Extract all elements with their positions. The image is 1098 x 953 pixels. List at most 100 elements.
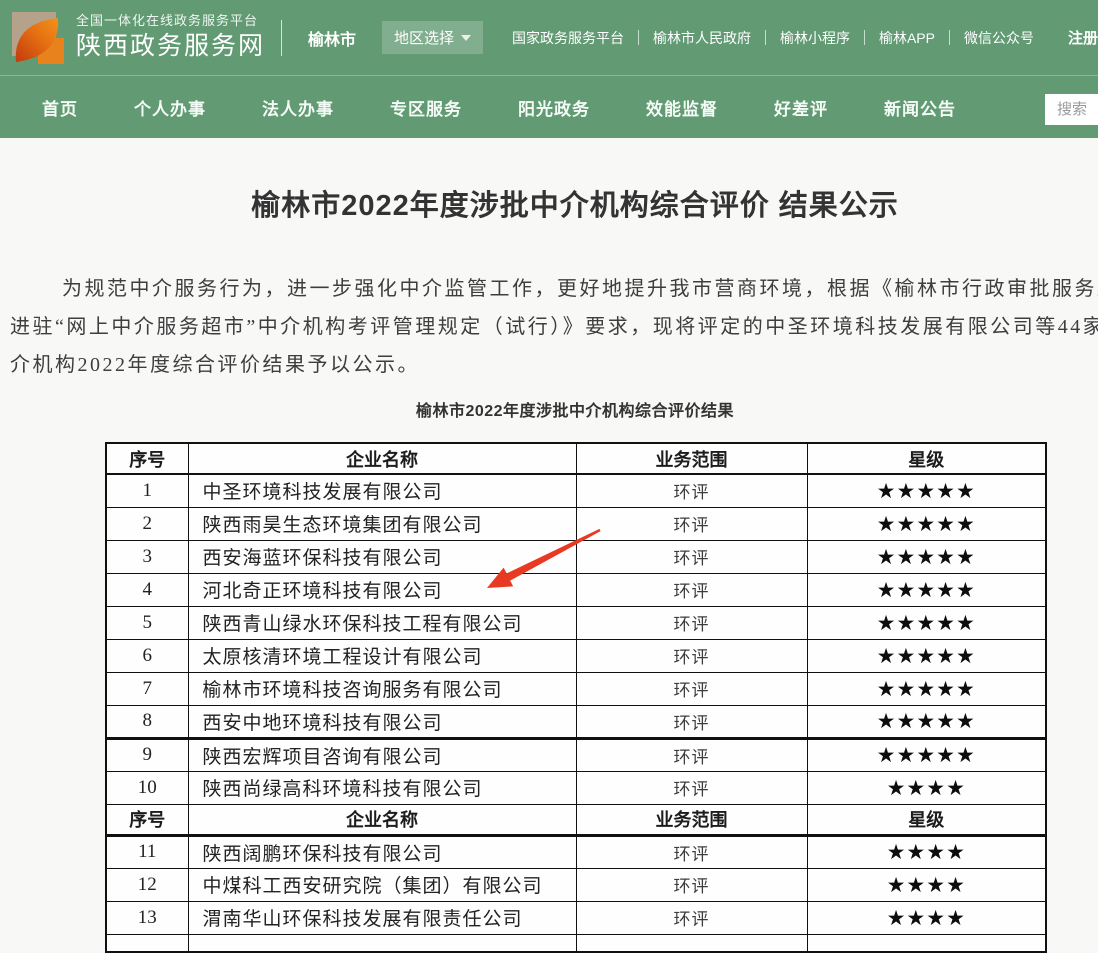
table-header-cell: 序号 [106,804,188,835]
star-rating-cell: ★★★★★ [807,474,1046,507]
star-rating-cell: ★★★★★ [807,540,1046,573]
search-input[interactable] [1045,94,1098,125]
table-header-cell: 业务范围 [576,443,807,474]
company-name-cell: 西安中地环境科技有限公司 [188,705,576,738]
business-scope-cell: 环评 [576,606,807,639]
company-name-cell: 太原核清环境工程设计有限公司 [188,639,576,672]
table-header-row: 序号企业名称业务范围星级 [106,804,1046,835]
table-row: 13渭南华山环保科技发展有限责任公司环评★★★★ [106,901,1046,934]
business-scope-cell: 环评 [576,705,807,738]
region-selector-button[interactable]: 地区选择 [382,21,483,54]
table-header-row: 序号企业名称业务范围星级 [106,443,1046,474]
business-scope-cell: 环评 [576,868,807,901]
company-name-cell: 陕西尚绿高科环境科技有限公司 [188,771,576,804]
header-link[interactable]: 榆林APP [865,28,949,48]
table-row: 8西安中地环境科技有限公司环评★★★★★ [106,705,1046,738]
row-number-cell: 10 [106,771,188,804]
company-name-cell: 河北奇正环境科技有限公司 [188,573,576,606]
empty-cell [576,934,807,952]
nav-item[interactable]: 个人办事 [134,95,206,120]
region-selector-label: 地区选择 [394,27,454,48]
business-scope-cell: 环评 [576,738,807,771]
header-link[interactable]: 国家政务服务平台 [498,28,638,48]
current-city-label: 榆林市 [308,26,356,50]
header-link[interactable]: 榆林市人民政府 [639,28,765,48]
table-header-cell: 企业名称 [188,443,576,474]
evaluation-results-table: 序号企业名称业务范围星级1中圣环境科技发展有限公司环评★★★★★2陕西雨昊生态环… [105,442,1047,953]
empty-cell [807,934,1046,952]
table-caption: 榆林市2022年度涉批中介机构综合评价结果 [0,397,1098,421]
business-scope-cell: 环评 [576,901,807,934]
nav-item[interactable]: 专区服务 [390,95,462,120]
row-number-cell: 12 [106,868,188,901]
row-number-cell: 13 [106,901,188,934]
nav-item[interactable]: 法人办事 [262,95,334,120]
star-rating-cell: ★★★★★ [807,606,1046,639]
row-number-cell: 9 [106,738,188,771]
row-number-cell: 5 [106,606,188,639]
table-row: 4河北奇正环境科技有限公司环评★★★★★ [106,573,1046,606]
star-rating-cell: ★★★★★ [807,573,1046,606]
business-scope-cell: 环评 [576,540,807,573]
announcement-paragraph: 为规范中介服务行为，进一步强化中介监管工作，更好地提升我市营商环境，根据《榆林市… [0,270,1098,384]
table-row: 7榆林市环境科技咨询服务有限公司环评★★★★★ [106,672,1046,705]
table-row: 1中圣环境科技发展有限公司环评★★★★★ [106,474,1046,507]
main-nav: 首页 个人办事 法人办事 专区服务 阳光政务 效能监督 好差评 新闻公告 [0,75,1098,138]
table-header-cell: 序号 [106,443,188,474]
header-link[interactable]: 榆林小程序 [766,28,864,48]
site-logo-icon [8,10,64,66]
table-row-partial [106,934,1046,952]
table-row: 3西安海蓝环保科技有限公司环评★★★★★ [106,540,1046,573]
header-link[interactable]: 微信公众号 [950,28,1048,48]
table-row: 6太原核清环境工程设计有限公司环评★★★★★ [106,639,1046,672]
table-row: 10陕西尚绿高科环境科技有限公司环评★★★★ [106,771,1046,804]
business-scope-cell: 环评 [576,835,807,868]
announcement-page: 榆林市2022年度涉批中介机构综合评价 结果公示 为规范中介服务行为，进一步强化… [0,138,1098,953]
empty-cell [106,934,188,952]
row-number-cell: 11 [106,835,188,868]
platform-label: 全国一体化在线政务服务平台 [76,13,265,29]
star-rating-cell: ★★★★ [807,771,1046,804]
nav-item[interactable]: 好差评 [774,95,828,120]
header-divider [281,20,282,56]
table-header-cell: 业务范围 [576,804,807,835]
company-name-cell: 陕西青山绿水环保科技工程有限公司 [188,606,576,639]
nav-list: 首页 个人办事 法人办事 专区服务 阳光政务 效能监督 好差评 新闻公告 [42,95,956,120]
table-header-cell: 星级 [807,443,1046,474]
company-name-cell: 榆林市环境科技咨询服务有限公司 [188,672,576,705]
star-rating-cell: ★★★★ [807,901,1046,934]
header-links: 国家政务服务平台榆林市人民政府榆林小程序榆林APP微信公众号 [498,28,1048,48]
business-scope-cell: 环评 [576,639,807,672]
company-name-cell: 陕西宏辉项目咨询有限公司 [188,738,576,771]
business-scope-cell: 环评 [576,672,807,705]
row-number-cell: 8 [106,705,188,738]
star-rating-cell: ★★★★ [807,835,1046,868]
brand-block: 全国一体化在线政务服务平台 陕西政务服务网 [76,13,265,63]
star-rating-cell: ★★★★★ [807,705,1046,738]
nav-item[interactable]: 效能监督 [646,95,718,120]
chevron-down-icon [461,35,471,41]
nav-item[interactable]: 首页 [42,95,78,120]
company-name-cell: 中圣环境科技发展有限公司 [188,474,576,507]
table-row: 9陕西宏辉项目咨询有限公司环评★★★★★ [106,738,1046,771]
paragraph-line: 介机构2022年度综合评价结果予以公示。 [0,346,1098,384]
row-number-cell: 2 [106,507,188,540]
row-number-cell: 4 [106,573,188,606]
register-link[interactable]: 注册 [1068,27,1098,48]
company-name-cell: 陕西雨昊生态环境集团有限公司 [188,507,576,540]
nav-item[interactable]: 新闻公告 [884,95,956,120]
nav-item[interactable]: 阳光政务 [518,95,590,120]
star-rating-cell: ★★★★★ [807,507,1046,540]
business-scope-cell: 环评 [576,573,807,606]
star-rating-cell: ★★★★★ [807,672,1046,705]
row-number-cell: 6 [106,639,188,672]
paragraph-line: 进驻“网上中介服务超市”中介机构考评管理规定（试行）》要求，现将评定的中圣环境科… [0,308,1098,346]
business-scope-cell: 环评 [576,771,807,804]
company-name-cell: 陕西阔鹏环保科技有限公司 [188,835,576,868]
table-header-cell: 企业名称 [188,804,576,835]
row-number-cell: 3 [106,540,188,573]
table-row: 5陕西青山绿水环保科技工程有限公司环评★★★★★ [106,606,1046,639]
row-number-cell: 1 [106,474,188,507]
company-name-cell: 中煤科工西安研究院（集团）有限公司 [188,868,576,901]
star-rating-cell: ★★★★★ [807,738,1046,771]
